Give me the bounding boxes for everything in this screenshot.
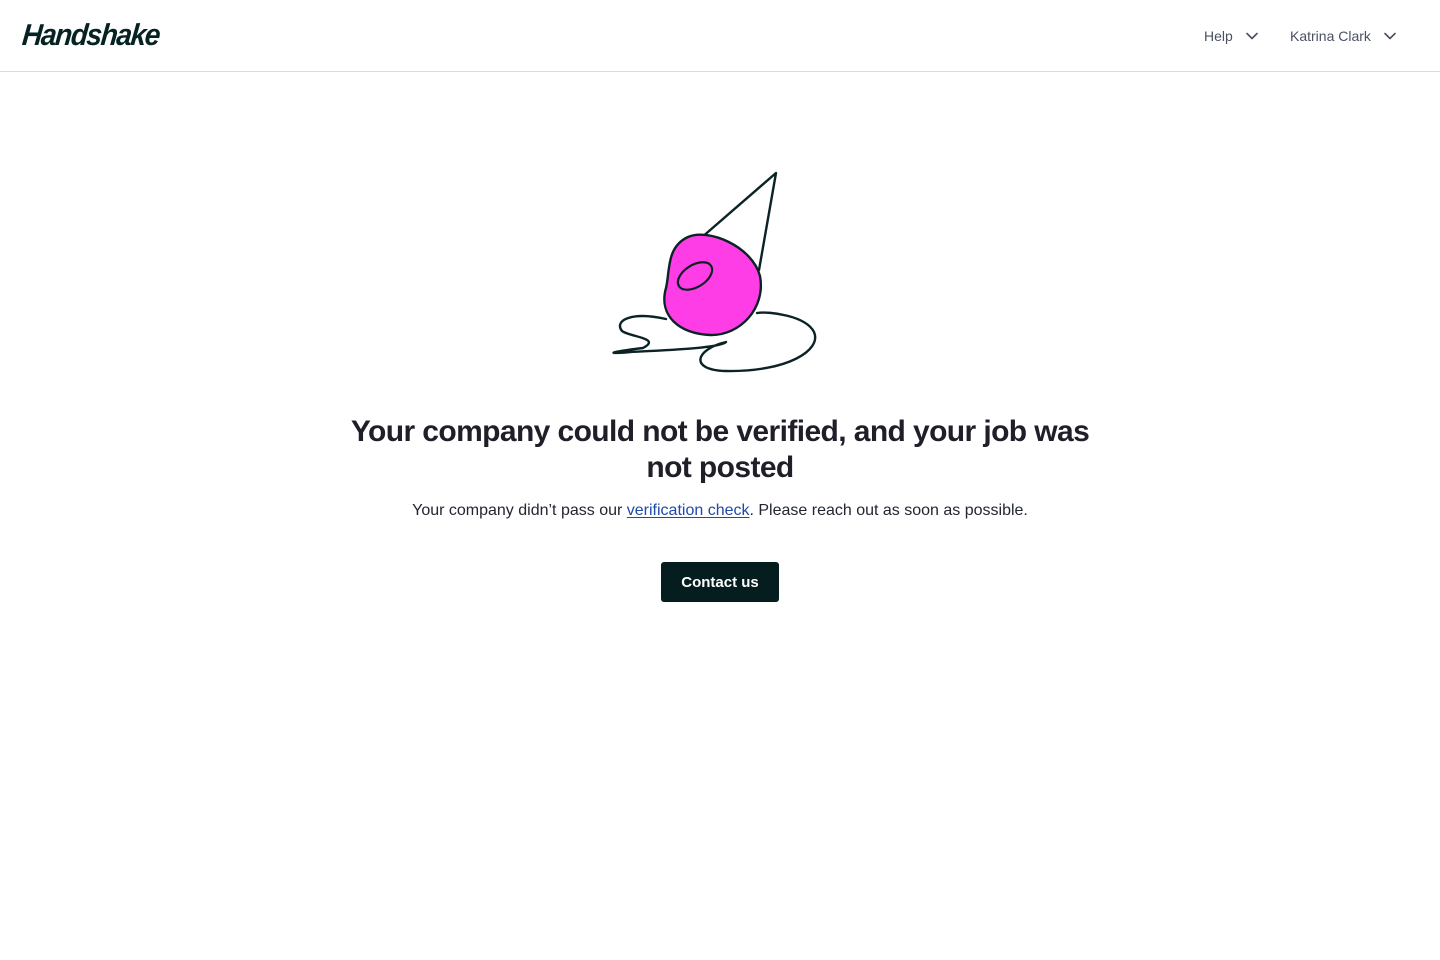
top-navigation-bar: Handshake Help Katrina Clark — [0, 0, 1440, 72]
help-menu-label: Help — [1204, 28, 1233, 44]
page-title: Your company could not be verified, and … — [350, 415, 1090, 484]
contact-us-button[interactable]: Contact us — [661, 562, 779, 602]
user-menu[interactable]: Katrina Clark — [1290, 24, 1397, 48]
chevron-down-icon — [1383, 24, 1397, 48]
chevron-down-icon — [1245, 24, 1259, 48]
help-menu[interactable]: Help — [1204, 24, 1259, 48]
description-text-start: Your company didn’t pass our — [412, 502, 627, 519]
verification-check-link[interactable]: verification check — [627, 502, 750, 519]
description-text-end: . Please reach out as soon as possible. — [749, 502, 1028, 519]
user-name: Katrina Clark — [1290, 28, 1371, 44]
description-text: Your company didn’t pass our verificatio… — [300, 500, 1140, 522]
party-hat-illustration — [600, 160, 840, 380]
handshake-logo[interactable]: Handshake — [21, 18, 161, 53]
